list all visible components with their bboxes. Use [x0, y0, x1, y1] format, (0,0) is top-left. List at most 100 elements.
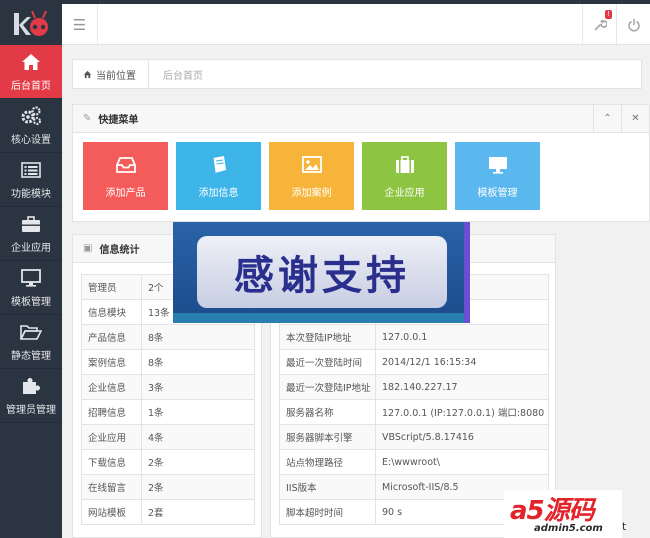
table-row: 站点物理路径 E:\wwwroot\ — [279, 449, 549, 475]
row-value: 2条 — [141, 449, 255, 475]
quick-tile-4[interactable]: 模板管理 — [455, 142, 540, 210]
quick-tile-1[interactable]: 添加信息 — [176, 142, 261, 210]
watermark-url: admin5.com — [534, 523, 603, 534]
row-key: 产品信息 — [81, 324, 142, 350]
table-row: 服务器名称 127.0.0.1 (IP:127.0.0.1) 端口:8080 — [279, 399, 549, 425]
quick-tile-2[interactable]: 添加案例 — [269, 142, 354, 210]
sidebar: 后台首页核心设置功能模块企业应用模板管理静态管理管理员管理 — [0, 0, 62, 538]
settings-button[interactable]: ! — [582, 4, 616, 45]
logo[interactable] — [0, 0, 62, 45]
book-icon — [210, 154, 228, 176]
home-icon — [21, 51, 41, 73]
edit-icon: ✎ — [83, 113, 92, 124]
notification-badge: ! — [605, 10, 612, 19]
table-row: 本次登陆IP地址 127.0.0.1 — [279, 324, 549, 350]
sidebar-item-1[interactable]: 核心设置 — [0, 99, 62, 153]
menu-toggle-button[interactable]: ☰ — [62, 4, 98, 45]
row-key: 在线留言 — [81, 474, 142, 500]
picture-icon — [301, 154, 322, 176]
table-row: 最近一次登陆IP地址 182.140.227.17 — [279, 374, 549, 400]
row-value: 2条 — [141, 474, 255, 500]
collapse-icon[interactable]: ⌃ — [593, 105, 621, 132]
row-value: 2014/12/1 16:15:34 — [375, 349, 549, 375]
quick-tile-label: 添加产品 — [105, 187, 146, 199]
row-key: 招聘信息 — [81, 399, 142, 425]
sidebar-item-4[interactable]: 模板管理 — [0, 261, 62, 315]
row-key: 服务器名称 — [279, 399, 376, 425]
stats-title: 信息统计 — [99, 245, 140, 256]
sidebar-item-label: 管理员管理 — [6, 405, 56, 416]
wrench-icon — [593, 18, 607, 31]
monitor-icon — [488, 154, 508, 176]
quick-menu-title: 快捷菜单 — [98, 115, 139, 126]
sidebar-item-label: 功能模块 — [11, 189, 51, 200]
quick-tile-label: 添加案例 — [291, 187, 332, 199]
row-key: 案例信息 — [81, 349, 142, 375]
table-row: 产品信息 8条 — [81, 324, 255, 350]
table-row: 最近一次登陆时间 2014/12/1 16:15:34 — [279, 349, 549, 375]
sidebar-item-2[interactable]: 功能模块 — [0, 153, 62, 207]
power-icon — [627, 18, 640, 32]
chart-icon: ▣ — [83, 243, 93, 254]
cogs-icon — [20, 105, 42, 127]
row-value: 8条 — [141, 349, 255, 375]
quick-menu-panel: ✎ 快捷菜单 ⌃ ✕ 添加产品 添加信息 添加案例 企业应用 模板管理 — [72, 104, 650, 222]
quick-tile-label: 企业应用 — [384, 187, 425, 199]
hamburger-icon: ☰ — [72, 15, 87, 34]
puzzle-icon — [21, 375, 41, 397]
row-key: 脚本超时时间 — [279, 499, 376, 525]
table-row: 企业信息 3条 — [81, 374, 255, 400]
row-value: 1条 — [141, 399, 255, 425]
folder-open-icon — [20, 321, 42, 343]
close-icon[interactable]: ✕ — [621, 105, 649, 132]
row-key: 管理员 — [81, 274, 142, 300]
quick-tile-label: 添加信息 — [198, 187, 239, 199]
row-value: 2套 — [141, 499, 255, 525]
row-value: 8条 — [141, 324, 255, 350]
breadcrumb-home[interactable]: 当前位置 — [83, 60, 149, 88]
sidebar-item-label: 模板管理 — [11, 297, 51, 308]
sidebar-item-3[interactable]: 企业应用 — [0, 207, 62, 261]
inbox-icon — [115, 154, 136, 176]
briefcase-icon — [21, 213, 41, 235]
quick-tile-3[interactable]: 企业应用 — [362, 142, 447, 210]
home-icon — [83, 70, 92, 78]
list-icon — [21, 159, 41, 181]
row-value: 4条 — [141, 424, 255, 450]
sidebar-item-0[interactable]: 后台首页 — [0, 45, 62, 99]
breadcrumb-current: 后台首页 — [163, 70, 203, 82]
row-value: 3条 — [141, 374, 255, 400]
bug-logo-icon — [14, 10, 48, 36]
topbar: ☰ ! — [62, 0, 650, 45]
watermark-trail: t — [622, 520, 627, 533]
briefcase-icon — [395, 154, 415, 176]
table-row: 企业应用 4条 — [81, 424, 255, 450]
breadcrumb: 当前位置 后台首页 — [72, 59, 642, 89]
row-key: 信息模块 — [81, 299, 142, 325]
row-value: 127.0.0.1 (IP:127.0.0.1) 端口:8080 — [375, 399, 549, 425]
banner-bottom-strip — [173, 313, 470, 323]
sidebar-item-label: 核心设置 — [11, 135, 51, 146]
row-key: 企业应用 — [81, 424, 142, 450]
row-key: IIS版本 — [279, 474, 376, 500]
row-value: 182.140.227.17 — [375, 374, 549, 400]
row-key: 企业信息 — [81, 374, 142, 400]
row-key: 最近一次登陆时间 — [279, 349, 376, 375]
watermark: a5源码 admin5.com — [504, 490, 622, 538]
sidebar-item-label: 企业应用 — [11, 243, 51, 254]
row-value: VBScript/5.8.17416 — [375, 424, 549, 450]
table-row: 在线留言 2条 — [81, 474, 255, 500]
watermark-logo: a5源码 — [510, 496, 595, 526]
logout-button[interactable] — [616, 4, 650, 45]
table-row: 下载信息 2条 — [81, 449, 255, 475]
sidebar-item-label: 静态管理 — [11, 351, 51, 362]
row-value: E:\wwwroot\ — [375, 449, 549, 475]
quick-tile-0[interactable]: 添加产品 — [83, 142, 168, 210]
row-key: 服务器脚本引擎 — [279, 424, 376, 450]
quick-tile-label: 模板管理 — [477, 187, 518, 199]
table-row: 招聘信息 1条 — [81, 399, 255, 425]
row-key: 网站模板 — [81, 499, 142, 525]
sidebar-item-5[interactable]: 静态管理 — [0, 315, 62, 369]
sidebar-item-6[interactable]: 管理员管理 — [0, 369, 62, 423]
table-row: 案例信息 8条 — [81, 349, 255, 375]
